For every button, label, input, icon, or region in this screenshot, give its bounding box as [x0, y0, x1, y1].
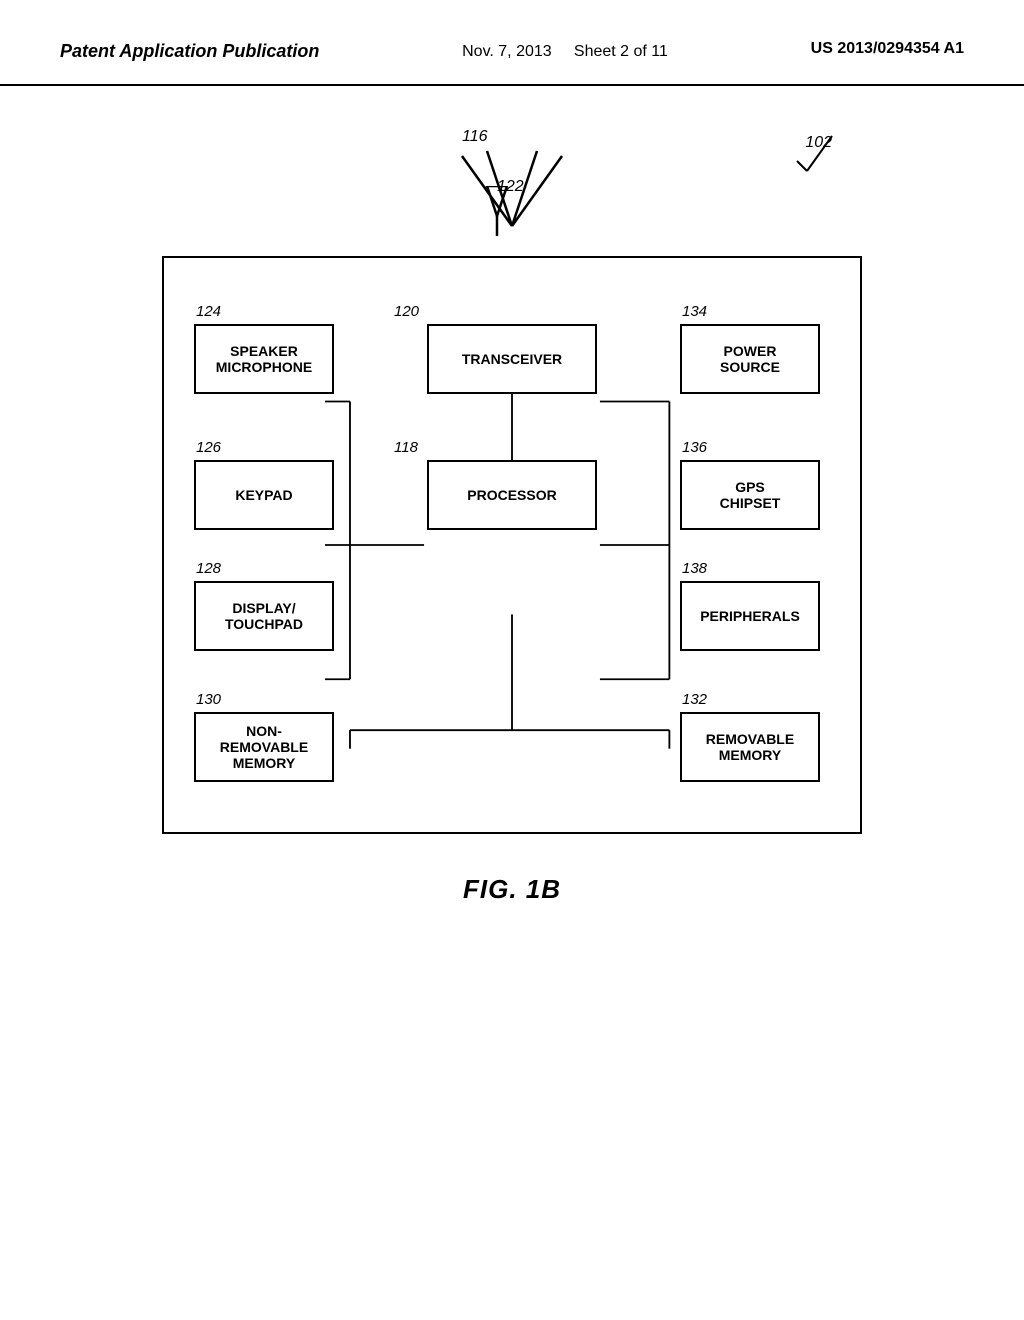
ref-label-120: 120: [394, 303, 419, 320]
ref-label-134: 134: [682, 303, 830, 320]
box-label-peripherals: PERIPHERALS: [700, 608, 800, 624]
system-box: 124 SPEAKERMICROPHONE 120 TRANSCEIVER 13…: [162, 256, 862, 834]
ref-label-132: 132: [682, 691, 830, 708]
box-label-gps: GPSCHIPSET: [720, 479, 781, 511]
box-label-non-removable: NON-REMOVABLEMEMORY: [204, 723, 324, 771]
ref-label-118: 118: [394, 439, 418, 456]
sheet-label: Sheet 2 of 11: [574, 43, 668, 60]
box-non-removable-memory: NON-REMOVABLEMEMORY: [194, 712, 334, 782]
box-label-keypad: KEYPAD: [235, 487, 292, 503]
box-label-speaker: SPEAKERMICROPHONE: [216, 343, 312, 375]
box-label-removable: REMOVABLEMEMORY: [706, 731, 794, 763]
box-speaker-microphone: SPEAKERMICROPHONE: [194, 324, 334, 394]
header-center: Nov. 7, 2013 Sheet 2 of 11: [462, 40, 668, 64]
arrow-down-svg: [472, 186, 522, 236]
box-processor: PROCESSOR: [427, 460, 597, 530]
date-label: Nov. 7, 2013: [462, 43, 552, 60]
ref-label-124: 124: [196, 303, 344, 320]
box-peripherals: PERIPHERALS: [680, 581, 820, 651]
publication-label: Patent Application Publication: [60, 40, 319, 63]
ref-label-126: 126: [196, 439, 344, 456]
patent-number: US 2013/0294354 A1: [811, 40, 964, 58]
box-power-source: POWERSOURCE: [680, 324, 820, 394]
ref-label-138: 138: [682, 560, 830, 577]
box-label-processor: PROCESSOR: [467, 487, 556, 503]
diagram-area: 116 102 122: [0, 86, 1024, 945]
box-label-power: POWERSOURCE: [720, 343, 780, 375]
box-label-transceiver: TRANSCEIVER: [462, 351, 562, 367]
antenna-area: 116 102 122: [162, 126, 862, 256]
bracket-102-svg: [792, 131, 842, 181]
box-label-display: DISPLAY/TOUCHPAD: [225, 600, 303, 632]
ref-label-130: 130: [196, 691, 344, 708]
box-removable-memory: REMOVABLEMEMORY: [680, 712, 820, 782]
page-header: Patent Application Publication Nov. 7, 2…: [0, 0, 1024, 86]
ref-label-136: 136: [682, 439, 830, 456]
box-keypad: KEYPAD: [194, 460, 334, 530]
figure-label: FIG. 1B: [463, 874, 561, 905]
box-transceiver: TRANSCEIVER: [427, 324, 597, 394]
box-gps-chipset: GPSCHIPSET: [680, 460, 820, 530]
page: Patent Application Publication Nov. 7, 2…: [0, 0, 1024, 1320]
box-display-touchpad: DISPLAY/TOUCHPAD: [194, 581, 334, 651]
ref-label-128: 128: [196, 560, 344, 577]
